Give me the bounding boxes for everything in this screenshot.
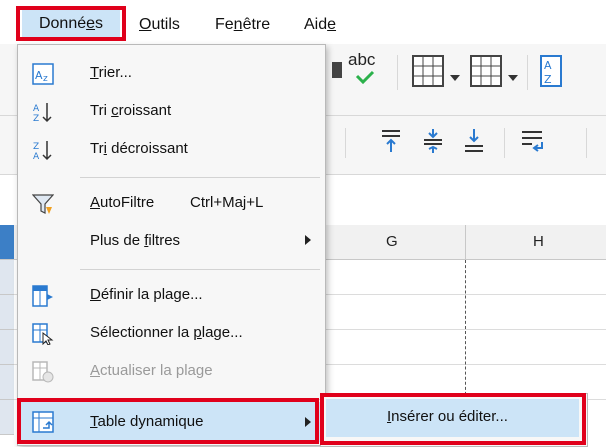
menu-item-selectionner-la-plage[interactable]: Sélectionner la plage... xyxy=(18,315,325,353)
menu-separator xyxy=(80,177,320,178)
spellcheck-icon[interactable] xyxy=(355,70,375,88)
annotation-highlight-box xyxy=(320,393,586,445)
row-header[interactable] xyxy=(0,295,14,330)
menu-item-tri-decroissant[interactable]: Z A Tri décroissant xyxy=(18,131,325,169)
menu-item-trier[interactable]: A z Trier... xyxy=(18,55,325,93)
align-bottom-icon[interactable] xyxy=(463,128,485,158)
align-center-icon[interactable] xyxy=(422,128,444,158)
column-header-g[interactable]: G xyxy=(386,233,398,250)
define-range-icon xyxy=(32,285,54,307)
toolbar-separator xyxy=(397,55,398,90)
menu-item-tri-croissant[interactable]: A Z Tri croissant xyxy=(18,93,325,131)
sort-ascending-icon: A Z xyxy=(32,101,54,124)
row-header[interactable] xyxy=(0,225,14,260)
chevron-down-icon[interactable] xyxy=(450,68,460,85)
autofilter-icon xyxy=(31,193,55,215)
spellcheck-label: abc xyxy=(348,50,376,69)
menu-item-label: Actualiser la plage xyxy=(90,362,213,379)
donnees-dropdown-menu: A z Trier... A Z Tri croissant Z A Tri d… xyxy=(17,44,326,446)
sort-az-icon[interactable]: A Z xyxy=(540,55,562,91)
column-insert-icon[interactable] xyxy=(470,55,502,91)
menu-separator xyxy=(80,269,320,270)
svg-text:Z: Z xyxy=(33,114,39,123)
menu-item-autofiltre[interactable]: AutoFiltre Ctrl+Maj+L xyxy=(18,185,325,223)
sort-descending-icon: Z A xyxy=(32,139,54,162)
submenu-arrow-icon xyxy=(305,235,311,245)
svg-text:A: A xyxy=(33,104,40,114)
chevron-down-icon[interactable] xyxy=(508,68,518,85)
menu-item-label: Définir la plage... xyxy=(90,286,203,303)
menu-aide[interactable]: Aide xyxy=(304,16,336,34)
row-header[interactable] xyxy=(0,330,14,365)
toolbar-separator xyxy=(504,128,505,158)
toolbar-separator xyxy=(586,128,587,158)
row-header[interactable] xyxy=(0,365,14,400)
svg-text:z: z xyxy=(43,74,48,84)
annotation-highlight-box xyxy=(17,398,319,444)
menu-item-shortcut: Ctrl+Maj+L xyxy=(190,194,264,211)
row-header[interactable] xyxy=(0,400,14,435)
menu-outils[interactable]: Outils xyxy=(139,16,180,34)
menu-item-label: Tri croissant xyxy=(90,102,172,119)
select-range-icon xyxy=(32,323,54,346)
row-insert-icon[interactable] xyxy=(412,55,444,91)
sort-icon: A z xyxy=(32,63,54,85)
toolbar-separator xyxy=(345,128,346,158)
menu-item-label: AutoFiltre xyxy=(90,194,155,211)
align-top-icon[interactable] xyxy=(380,128,402,158)
wrap-text-icon[interactable] xyxy=(520,128,546,158)
svg-text:Z: Z xyxy=(544,73,552,86)
column-divider xyxy=(465,225,466,259)
menu-item-definir-la-plage[interactable]: Définir la plage... xyxy=(18,277,325,315)
menu-item-label: Sélectionner la plage... xyxy=(90,324,243,341)
refresh-range-icon xyxy=(32,361,54,383)
menu-item-actualiser-la-plage: Actualiser la plage xyxy=(18,353,325,391)
menu-fenetre[interactable]: Fenêtre xyxy=(215,16,270,34)
svg-text:A: A xyxy=(35,69,43,82)
annotation-highlight-box xyxy=(16,6,126,41)
menu-item-label: Trier... xyxy=(90,64,132,81)
menu-item-label: Tri décroissant xyxy=(90,140,188,157)
row-header[interactable] xyxy=(0,260,14,295)
menu-item-label: Plus de filtres xyxy=(90,232,181,249)
svg-text:Z: Z xyxy=(33,142,39,152)
clone-icon[interactable] xyxy=(330,58,344,84)
column-header-h[interactable]: H xyxy=(533,233,544,250)
toolbar-separator xyxy=(527,55,528,90)
svg-text:A: A xyxy=(33,152,40,161)
menu-item-plus-de-filtres[interactable]: Plus de filtres xyxy=(18,223,325,261)
page-break-line xyxy=(465,260,466,400)
svg-text:A: A xyxy=(544,59,552,72)
